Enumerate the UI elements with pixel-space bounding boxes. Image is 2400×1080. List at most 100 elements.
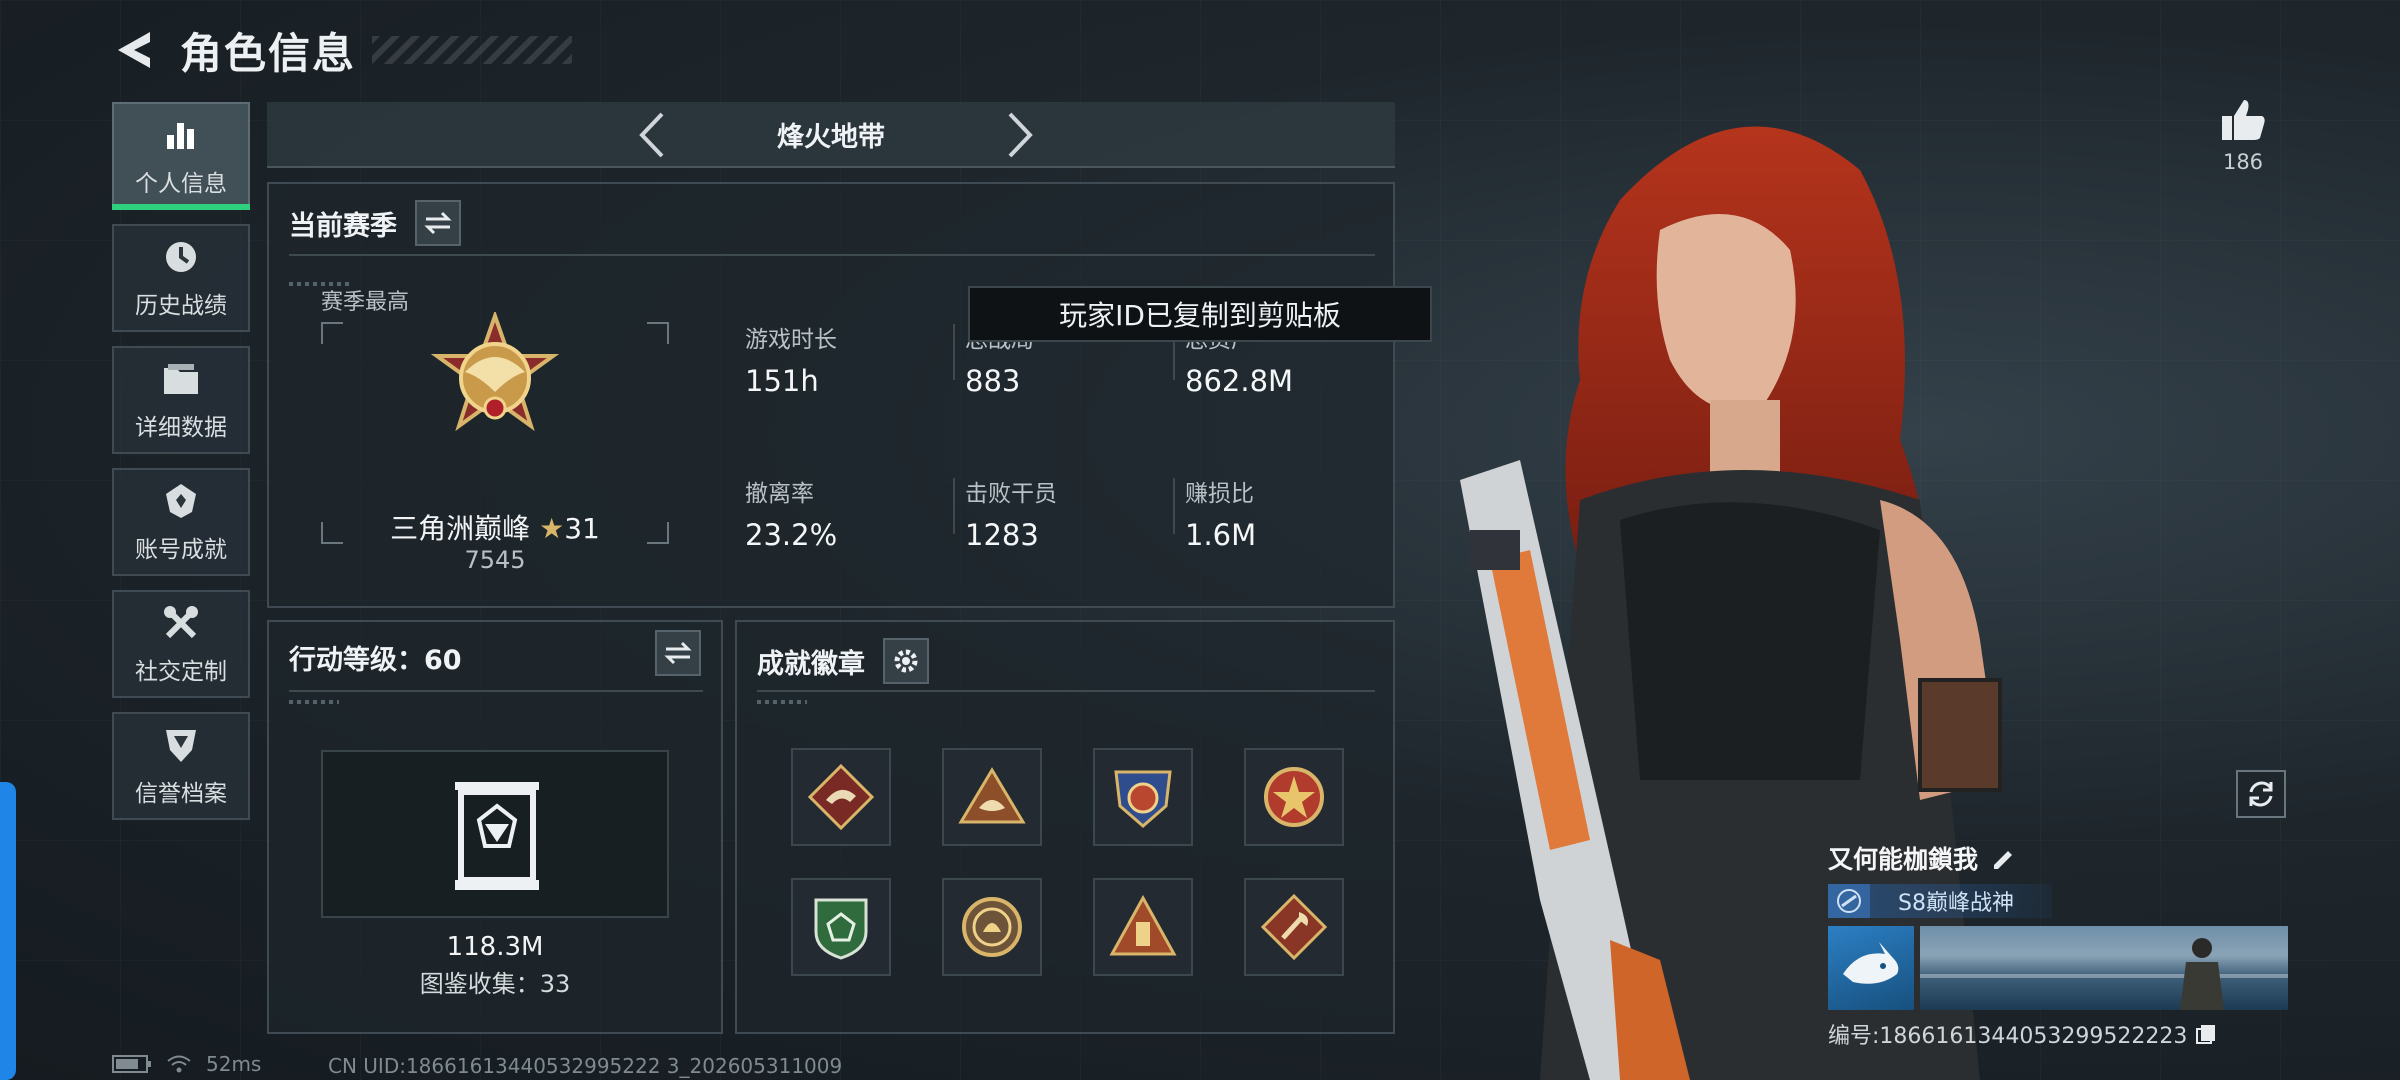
shield-icon xyxy=(160,724,202,766)
tower-badge-icon xyxy=(1109,894,1177,956)
rotate-view-button[interactable] xyxy=(2236,770,2286,818)
mode-prev-button[interactable] xyxy=(627,110,677,160)
season-best-label: 赛季最高 xyxy=(321,290,410,315)
decor-dots xyxy=(289,700,339,704)
stat-value: 1283 xyxy=(965,518,1039,552)
player-id-row: 编号:1866161344053299522223 xyxy=(1828,1018,2288,1050)
stat-label: 赚损比 xyxy=(1185,481,1254,507)
folder-icon xyxy=(160,358,202,400)
lizard-badge-icon xyxy=(807,763,875,831)
collection-display[interactable] xyxy=(321,750,669,918)
badge-slot[interactable] xyxy=(1244,878,1344,976)
title-decoration xyxy=(372,36,573,64)
stat-label: 撤离率 xyxy=(745,481,814,507)
sidebar-item-label: 信誉档案 xyxy=(135,781,227,807)
badges-title: 成就徽章 xyxy=(757,648,865,680)
rank-frame: 三角洲巅峰 ★31 7545 xyxy=(321,312,669,574)
swap-icon xyxy=(664,641,692,665)
shark-avatar-icon xyxy=(1843,942,1899,984)
panel-divider xyxy=(757,690,1375,692)
level-panel: 行动等级：60 118.3M 图鉴收集：33 xyxy=(267,620,723,1034)
tools-icon xyxy=(160,602,202,644)
left-edge-tab[interactable] xyxy=(0,782,16,1080)
player-title-bar: S8巅峰战神 xyxy=(1828,884,2052,918)
level-value: 118.3M xyxy=(446,932,544,962)
player-name-row: 又何能枷鎖我 xyxy=(1828,840,2288,876)
stat-value: 23.2% xyxy=(745,518,838,552)
mode-next-button[interactable] xyxy=(995,110,1045,160)
badge-slot[interactable] xyxy=(942,748,1042,846)
decor-dots xyxy=(757,700,807,704)
sidebar-item-reputation[interactable]: 信誉档案 xyxy=(112,712,250,820)
badge-slot[interactable] xyxy=(791,748,891,846)
player-card: 又何能枷鎖我 S8巅峰战神 编号:1866161344053299522223 xyxy=(1828,840,2288,1050)
stat-value: 1.6M xyxy=(1185,518,1257,552)
player-banner-image[interactable] xyxy=(1920,926,2288,1010)
stat-value: 862.8M xyxy=(1185,364,1294,398)
sidebar-item-personal-info[interactable]: 个人信息 xyxy=(112,102,250,210)
stat-profit-ratio: 赚损比 1.6M xyxy=(1185,474,1256,552)
chevron-left-icon xyxy=(639,112,664,158)
badges-panel-header: 成就徽章 xyxy=(757,638,929,684)
stat-play-time: 游戏时长 151h xyxy=(745,320,837,398)
badges-panel: 成就徽章 xyxy=(735,620,1395,1034)
rank-name-row: 三角洲巅峰 ★31 xyxy=(321,507,669,547)
collection-count: 图鉴收集：33 xyxy=(419,970,571,998)
player-id: 编号:1866161344053299522223 xyxy=(1828,1024,2188,1049)
history-icon xyxy=(160,236,202,278)
season-switch-button[interactable] xyxy=(415,200,461,246)
frame-corner xyxy=(647,322,669,344)
medal-badge-icon xyxy=(1114,770,1172,828)
wifi-icon xyxy=(167,1055,191,1073)
season-panel-header: 当前赛季 xyxy=(289,200,461,246)
back-arrow-icon xyxy=(118,32,150,68)
copy-icon[interactable] xyxy=(2195,1023,2217,1045)
header: 角色信息 xyxy=(112,20,573,80)
sidebar-item-label: 个人信息 xyxy=(135,171,227,197)
badge-slot[interactable] xyxy=(791,878,891,976)
title-emblem-icon xyxy=(1828,884,1870,918)
sidebar-item-label: 社交定制 xyxy=(135,659,227,685)
chevron-right-icon xyxy=(1008,112,1033,158)
level-panel-header: 行动等级：60 xyxy=(289,638,701,677)
stat-label: 游戏时长 xyxy=(745,327,837,353)
frame-corner xyxy=(321,322,343,344)
season-panel: 当前赛季 赛季最高 三角洲巅峰 ★31 7545 游戏时长 151h 总战局 8… xyxy=(267,182,1395,608)
sidebar-item-label: 账号成就 xyxy=(135,537,227,563)
mode-selector: 烽火地带 xyxy=(267,102,1395,168)
like-button[interactable]: 186 xyxy=(2218,96,2268,174)
sidebar-item-history[interactable]: 历史战绩 xyxy=(112,224,250,332)
back-button[interactable] xyxy=(112,26,156,74)
badge-slot[interactable] xyxy=(942,878,1042,976)
bar-chart-icon xyxy=(160,114,202,156)
stat-extraction-rate: 撤离率 23.2% xyxy=(745,474,837,552)
battery-icon xyxy=(112,1055,151,1073)
like-count: 186 xyxy=(2222,150,2264,174)
star-icon: ★ xyxy=(539,512,565,545)
avatar[interactable] xyxy=(1828,926,1914,1010)
badge-slot[interactable] xyxy=(1244,748,1344,846)
level-switch-button[interactable] xyxy=(655,630,701,676)
page-title: 角色信息 xyxy=(180,28,357,78)
rank-name: 三角洲巅峰 xyxy=(390,512,531,545)
badge-slot[interactable] xyxy=(1093,748,1193,846)
stat-label: 击败干员 xyxy=(965,481,1057,507)
badges-settings-button[interactable] xyxy=(883,638,929,684)
sidebar-item-label: 历史战绩 xyxy=(135,293,227,319)
mode-title: 烽火地带 xyxy=(777,121,885,153)
status-bar: 52ms xyxy=(112,1052,261,1076)
thumbs-up-icon xyxy=(2222,100,2265,140)
refresh-icon xyxy=(2249,781,2273,807)
achievement-icon xyxy=(160,480,202,522)
sidebar-item-achievements[interactable]: 账号成就 xyxy=(112,468,250,576)
stat-value: 151h xyxy=(745,364,819,398)
badge-slot[interactable] xyxy=(1093,878,1193,976)
sidebar-item-detailed-data[interactable]: 详细数据 xyxy=(112,346,250,454)
sidebar-item-social[interactable]: 社交定制 xyxy=(112,590,250,698)
edit-icon[interactable] xyxy=(1990,845,2016,871)
uid-text: CN UID:18661613440532995222 3_2026053110… xyxy=(328,1054,843,1078)
stat-kills: 击败干员 1283 xyxy=(965,474,1057,552)
season-title: 当前赛季 xyxy=(289,210,397,242)
sidebar-item-label: 详细数据 xyxy=(135,415,227,441)
rank-emblem-icon xyxy=(430,312,560,432)
